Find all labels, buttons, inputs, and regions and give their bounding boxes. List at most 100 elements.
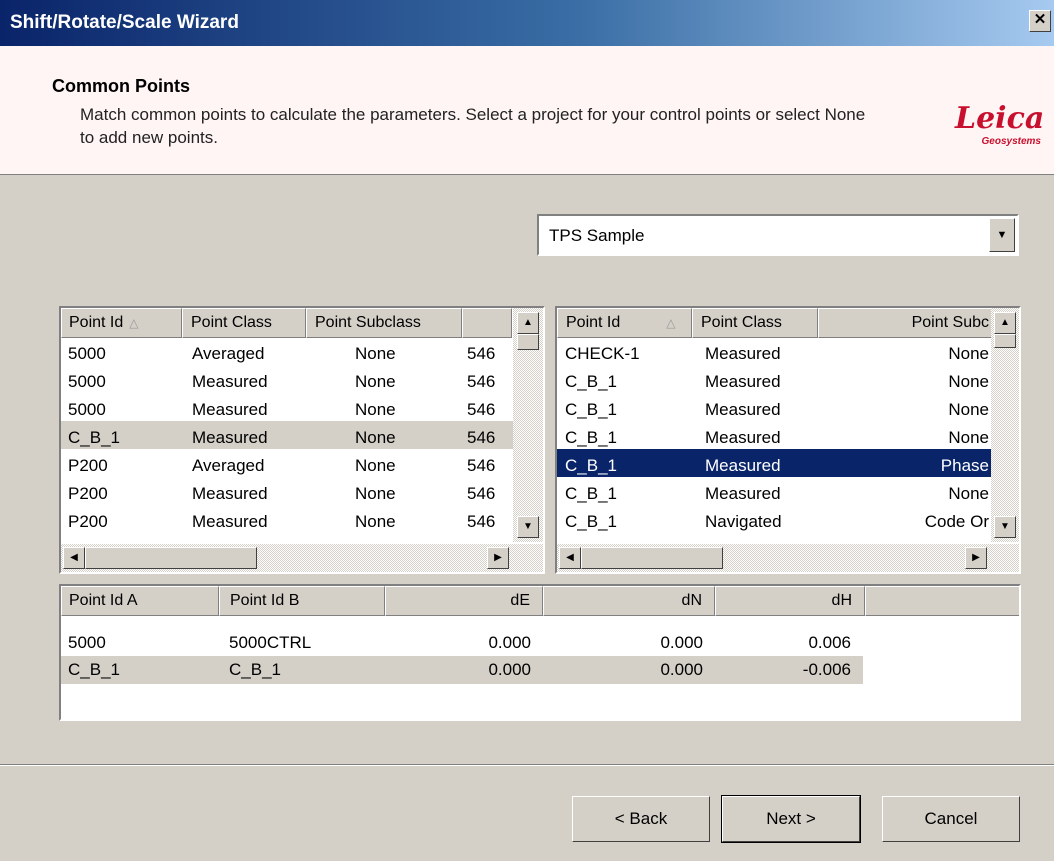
table-cell: None (948, 484, 989, 503)
table-cell: 546 (467, 372, 496, 391)
table-cell: 0.000 (488, 633, 531, 652)
table-cell: None (355, 372, 396, 391)
footer-separator (0, 764, 1054, 766)
matched-points-grid[interactable]: Point Id A Point Id B dE dN dH 5000 5000C… (59, 584, 1021, 721)
table-cell: Code Or (924, 512, 989, 531)
table-cell: None (355, 484, 396, 503)
scroll-thumb[interactable] (517, 334, 539, 350)
table-cell: None (948, 344, 989, 363)
column-header-label: dE (510, 592, 530, 609)
table-cell: 5000 (68, 372, 106, 391)
column-header-point-id-b[interactable]: Point Id B (219, 586, 385, 616)
table-cell: P200 (68, 512, 108, 531)
scroll-thumb-h[interactable] (581, 547, 723, 569)
scroll-down-icon[interactable]: ▼ (517, 516, 539, 538)
column-header-point-subclass[interactable]: Point Subc (818, 308, 994, 338)
column-header-label: Point Subc (911, 314, 989, 331)
scroll-thumb[interactable] (994, 334, 1016, 348)
table-cell: C_B_1 (565, 400, 617, 419)
logo-subtitle: Geosystems (981, 136, 1041, 147)
table-cell: Measured (192, 372, 268, 391)
column-header-point-class[interactable]: Point Class (692, 308, 818, 338)
table-cell: 546 (467, 484, 496, 503)
table-cell: None (355, 344, 396, 363)
scroll-thumb-h[interactable] (85, 547, 257, 569)
sort-asc-icon: △ (129, 316, 139, 330)
table-cell: C_B_1 (565, 372, 617, 391)
column-header-extra[interactable] (462, 308, 512, 338)
close-button[interactable]: ✕ (1029, 10, 1051, 32)
logo-wordmark: Leica (955, 101, 1045, 136)
scroll-right-icon[interactable]: ▶ (965, 547, 987, 569)
column-header-label: Point Id (69, 314, 124, 331)
table-cell: None (948, 400, 989, 419)
column-header-label: Point Id (566, 314, 621, 331)
table-cell: Averaged (192, 456, 265, 475)
local-points-grid[interactable]: Point Id △ Point Class Point Subclass 500… (59, 306, 545, 574)
table-cell: Measured (705, 344, 781, 363)
table-cell: 0.000 (660, 633, 703, 652)
scroll-left-icon[interactable]: ◀ (63, 547, 85, 569)
column-header-point-subclass[interactable]: Point Subclass (306, 308, 462, 338)
column-header-point-class[interactable]: Point Class (182, 308, 306, 338)
table-cell: 546 (467, 344, 496, 363)
column-header-point-id[interactable]: Point Id △ (61, 308, 182, 338)
control-points-grid[interactable]: Point Id △ Point Class Point Subc CHECK-1… (555, 306, 1021, 574)
table-cell: C_B_1 (68, 428, 120, 447)
close-icon: ✕ (1033, 11, 1047, 28)
project-select-value: TPS Sample (549, 226, 645, 245)
scroll-up-icon[interactable]: ▲ (994, 312, 1016, 334)
table-cell: None (355, 456, 396, 475)
table-cell: 5000 (68, 633, 106, 652)
column-header-point-id-a[interactable]: Point Id A (61, 586, 219, 616)
table-cell: Measured (705, 484, 781, 503)
column-header-label: Point Class (701, 314, 782, 331)
table-cell: C_B_1 (229, 660, 281, 679)
table-cell: Measured (705, 372, 781, 391)
table-cell: P200 (68, 456, 108, 475)
column-header-dn[interactable]: dN (543, 586, 715, 616)
page-description: Match common points to calculate the par… (80, 105, 866, 147)
table-cell: 5000 (68, 344, 106, 363)
column-header-empty (865, 586, 1019, 616)
table-cell: Measured (705, 456, 781, 475)
scroll-up-icon[interactable]: ▲ (517, 312, 539, 334)
table-cell: 546 (467, 428, 496, 447)
table-cell: 0.006 (808, 633, 851, 652)
table-cell: C_B_1 (68, 660, 120, 679)
table-cell: P200 (68, 484, 108, 503)
column-header-label: Point Id B (230, 592, 300, 609)
column-header-de[interactable]: dE (385, 586, 543, 616)
column-header-label: Point Class (191, 314, 272, 331)
cancel-button[interactable]: Cancel (882, 796, 1020, 842)
dropdown-arrow-icon[interactable]: ▼ (989, 218, 1015, 252)
window-title: Shift/Rotate/Scale Wizard (10, 12, 239, 33)
table-cell: 546 (467, 400, 496, 419)
column-header-point-id[interactable]: Point Id △ (557, 308, 692, 338)
table-cell: Phase (940, 456, 989, 475)
column-header-label: Point Subclass (315, 314, 421, 331)
column-header-label: dN (681, 592, 702, 609)
scroll-down-icon[interactable]: ▼ (994, 516, 1016, 538)
table-cell: Measured (192, 400, 268, 419)
back-button[interactable]: < Back (572, 796, 710, 842)
page-title: Common Points (52, 76, 190, 96)
leica-logo: Leica Geosystems (955, 101, 1045, 148)
table-cell: None (355, 512, 396, 531)
table-cell: C_B_1 (565, 428, 617, 447)
table-cell: Navigated (705, 512, 782, 531)
next-button[interactable]: Next > (721, 795, 861, 843)
project-select[interactable]: TPS Sample ▼ (537, 214, 1019, 256)
scroll-right-icon[interactable]: ▶ (487, 547, 509, 569)
table-cell: 546 (467, 456, 496, 475)
table-cell: 5000 (68, 400, 106, 419)
table-cell: -0.006 (802, 660, 851, 679)
table-cell: None (948, 428, 989, 447)
column-header-dh[interactable]: dH (715, 586, 865, 616)
scroll-left-icon[interactable]: ◀ (559, 547, 581, 569)
table-cell: Measured (192, 512, 268, 531)
table-cell: C_B_1 (565, 456, 617, 475)
table-cell: CHECK-1 (565, 344, 640, 363)
table-cell: None (355, 428, 396, 447)
column-header-label: dH (831, 592, 852, 609)
